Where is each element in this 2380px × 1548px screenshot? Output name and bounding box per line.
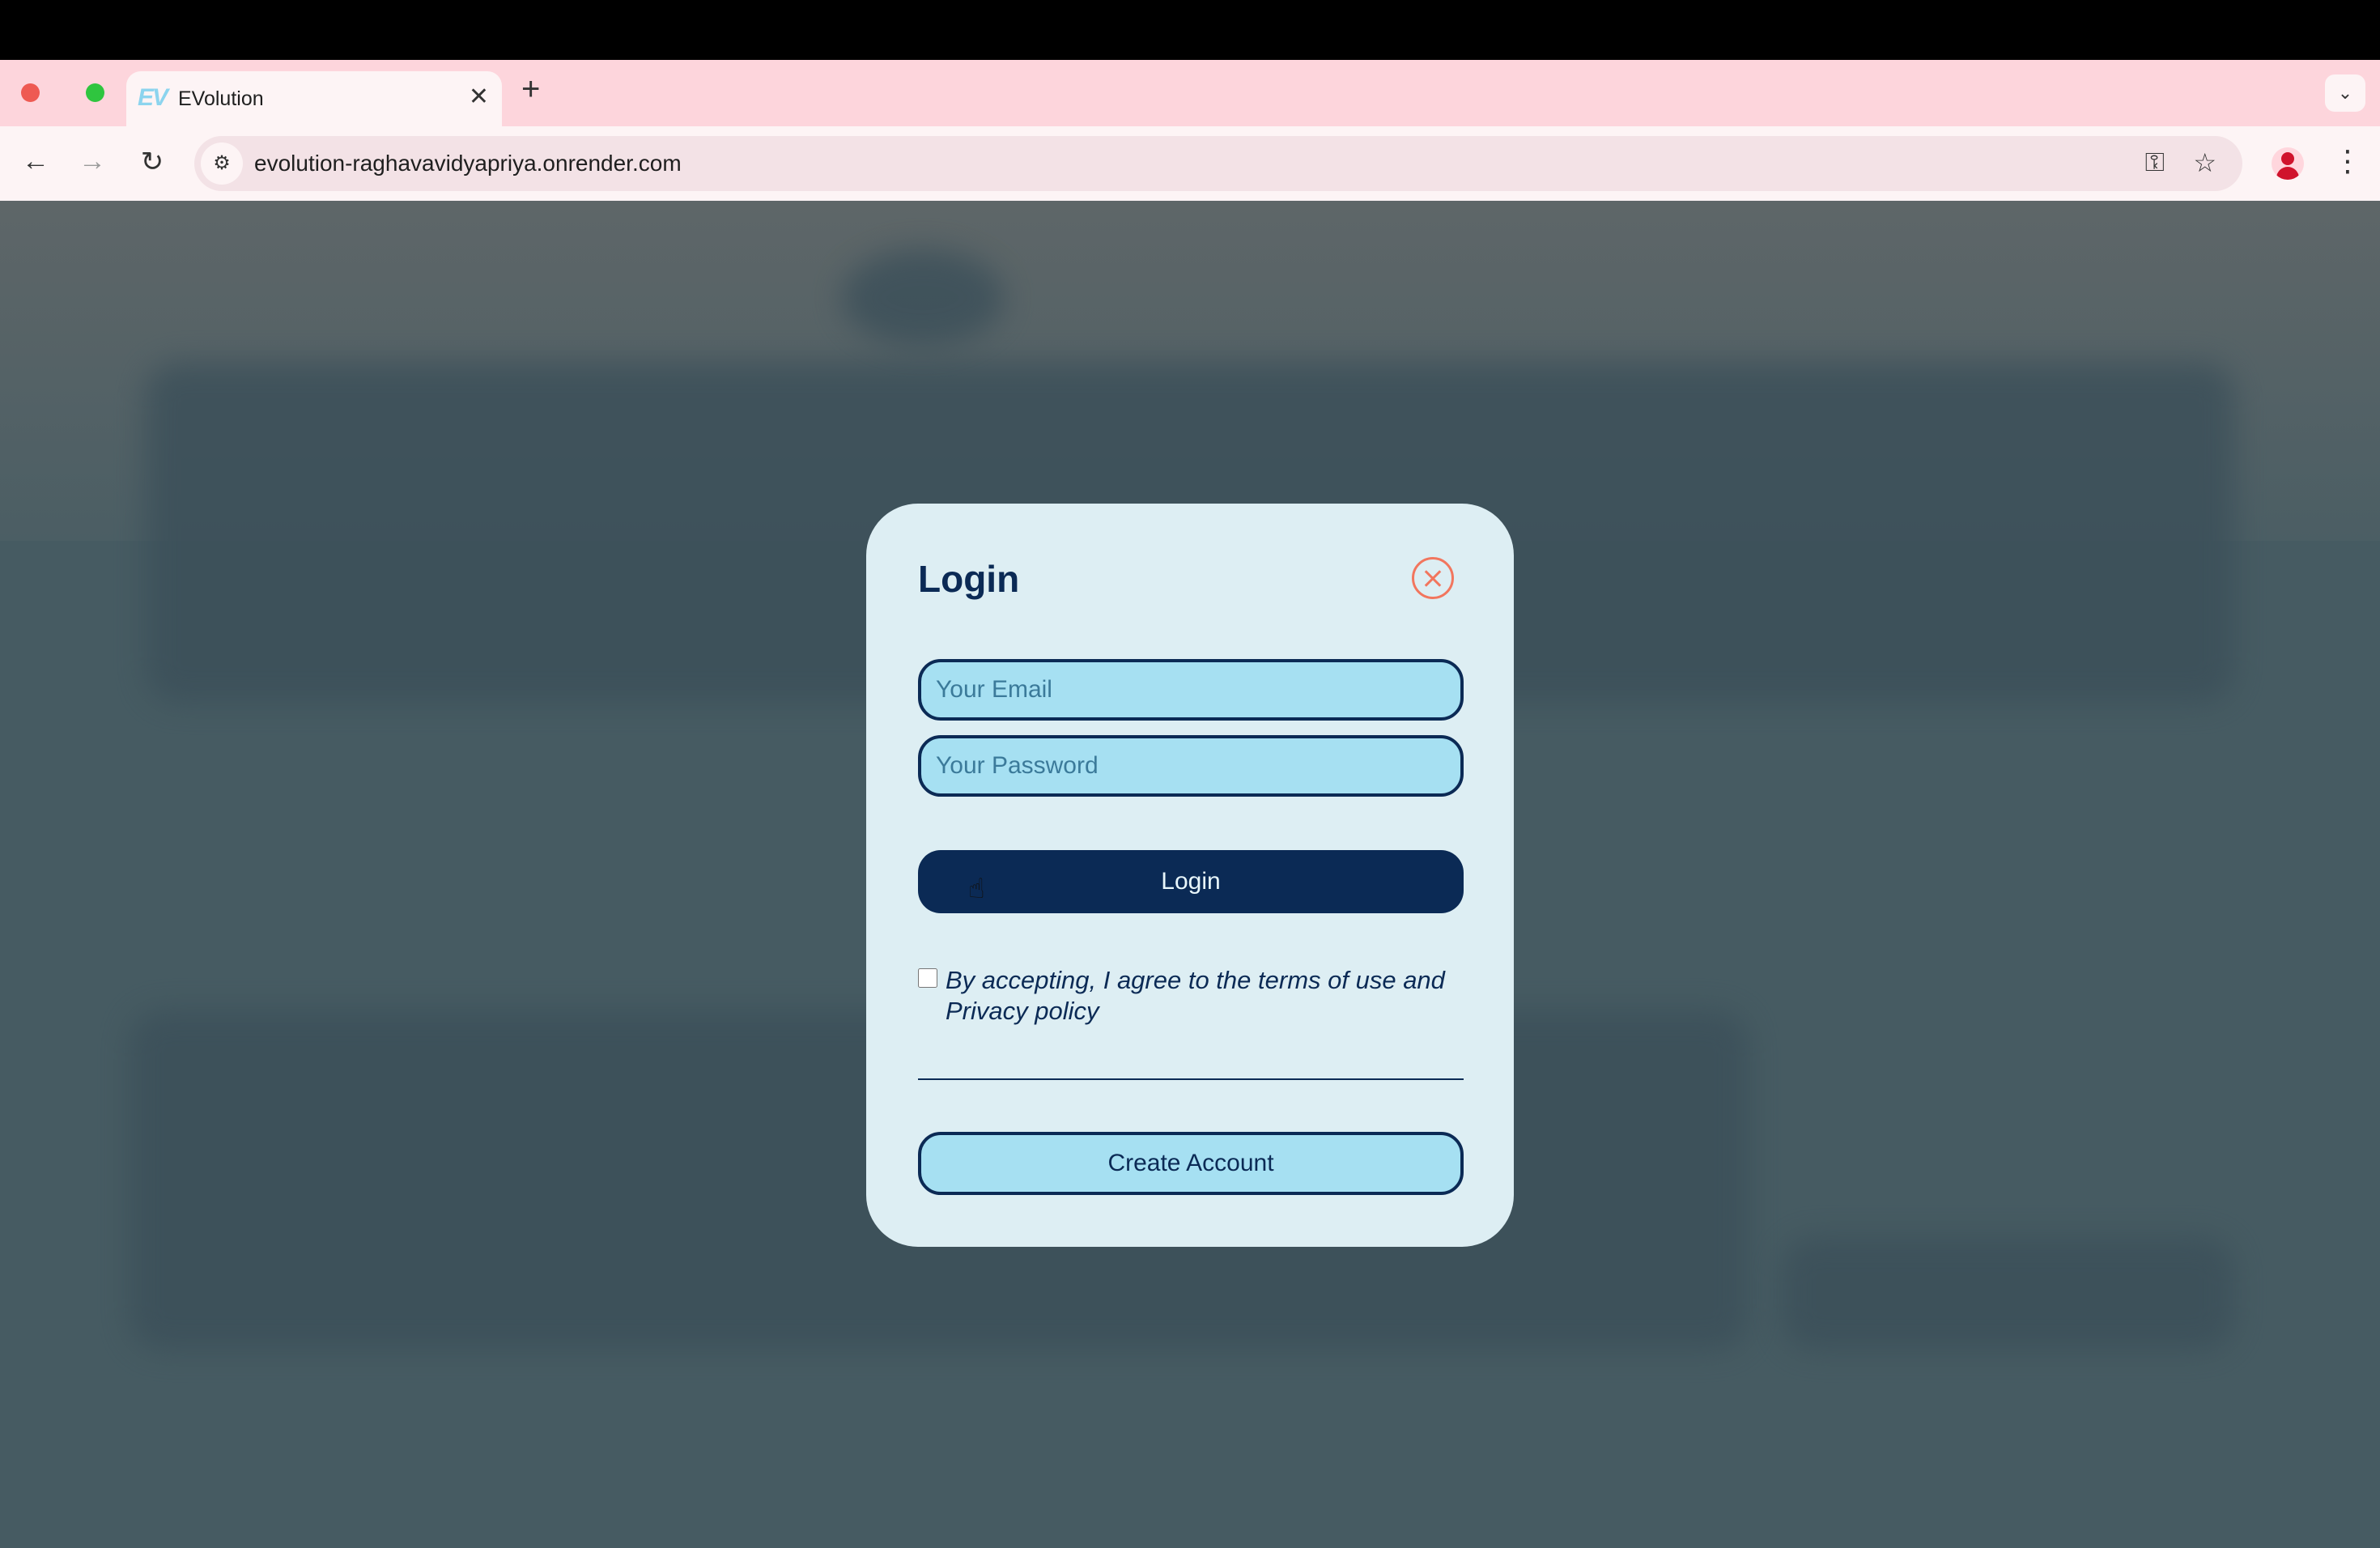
close-icon[interactable] — [1412, 557, 1454, 599]
login-button[interactable]: Login — [918, 850, 1464, 913]
back-arrow-icon[interactable]: ← — [18, 146, 53, 177]
tab-close-icon[interactable]: ✕ — [469, 83, 489, 111]
browser-menu-icon[interactable]: ⋮ — [2331, 144, 2364, 178]
password-input[interactable] — [918, 735, 1464, 797]
hand-cursor-icon: ☝ — [968, 874, 985, 904]
site-info-icon[interactable]: ⚙ — [201, 142, 243, 185]
window-zoom-button[interactable] — [86, 83, 104, 102]
divider — [918, 1078, 1464, 1080]
terms-checkbox[interactable] — [918, 968, 937, 988]
forward-arrow-icon[interactable]: → — [74, 146, 110, 177]
terms-label: By accepting, I agree to the terms of us… — [946, 966, 1445, 1025]
password-key-icon[interactable]: ⚿ — [2145, 147, 2165, 178]
create-account-button[interactable]: Create Account — [918, 1132, 1464, 1195]
avatar-head — [2281, 152, 2294, 165]
os-top-bar — [0, 0, 2380, 60]
blurred-sidebar — [1781, 1237, 2234, 1350]
bookmark-star-icon[interactable]: ☆ — [2193, 147, 2216, 178]
login-modal: Login Login By accepting, I agree to the… — [866, 504, 1514, 1247]
blurred-logo — [842, 249, 1004, 347]
email-input[interactable] — [918, 659, 1464, 721]
tab-search-button[interactable]: ⌄ — [2325, 74, 2365, 112]
window-close-button[interactable] — [21, 83, 40, 102]
new-tab-button[interactable]: + — [521, 71, 540, 108]
address-bar[interactable]: ⚙ evolution-raghavavidyapriya.onrender.c… — [194, 136, 2242, 191]
modal-title: Login — [918, 558, 1020, 600]
favicon-icon: EV — [138, 84, 168, 111]
avatar-body — [2276, 167, 2299, 180]
reload-icon[interactable]: ↻ — [134, 146, 170, 178]
browser-tab[interactable]: EV EVolution ✕ — [126, 71, 502, 126]
profile-avatar-icon[interactable] — [2272, 147, 2304, 180]
tab-title: EVolution — [178, 87, 264, 110]
url-text[interactable]: evolution-raghavavidyapriya.onrender.com — [254, 151, 682, 176]
